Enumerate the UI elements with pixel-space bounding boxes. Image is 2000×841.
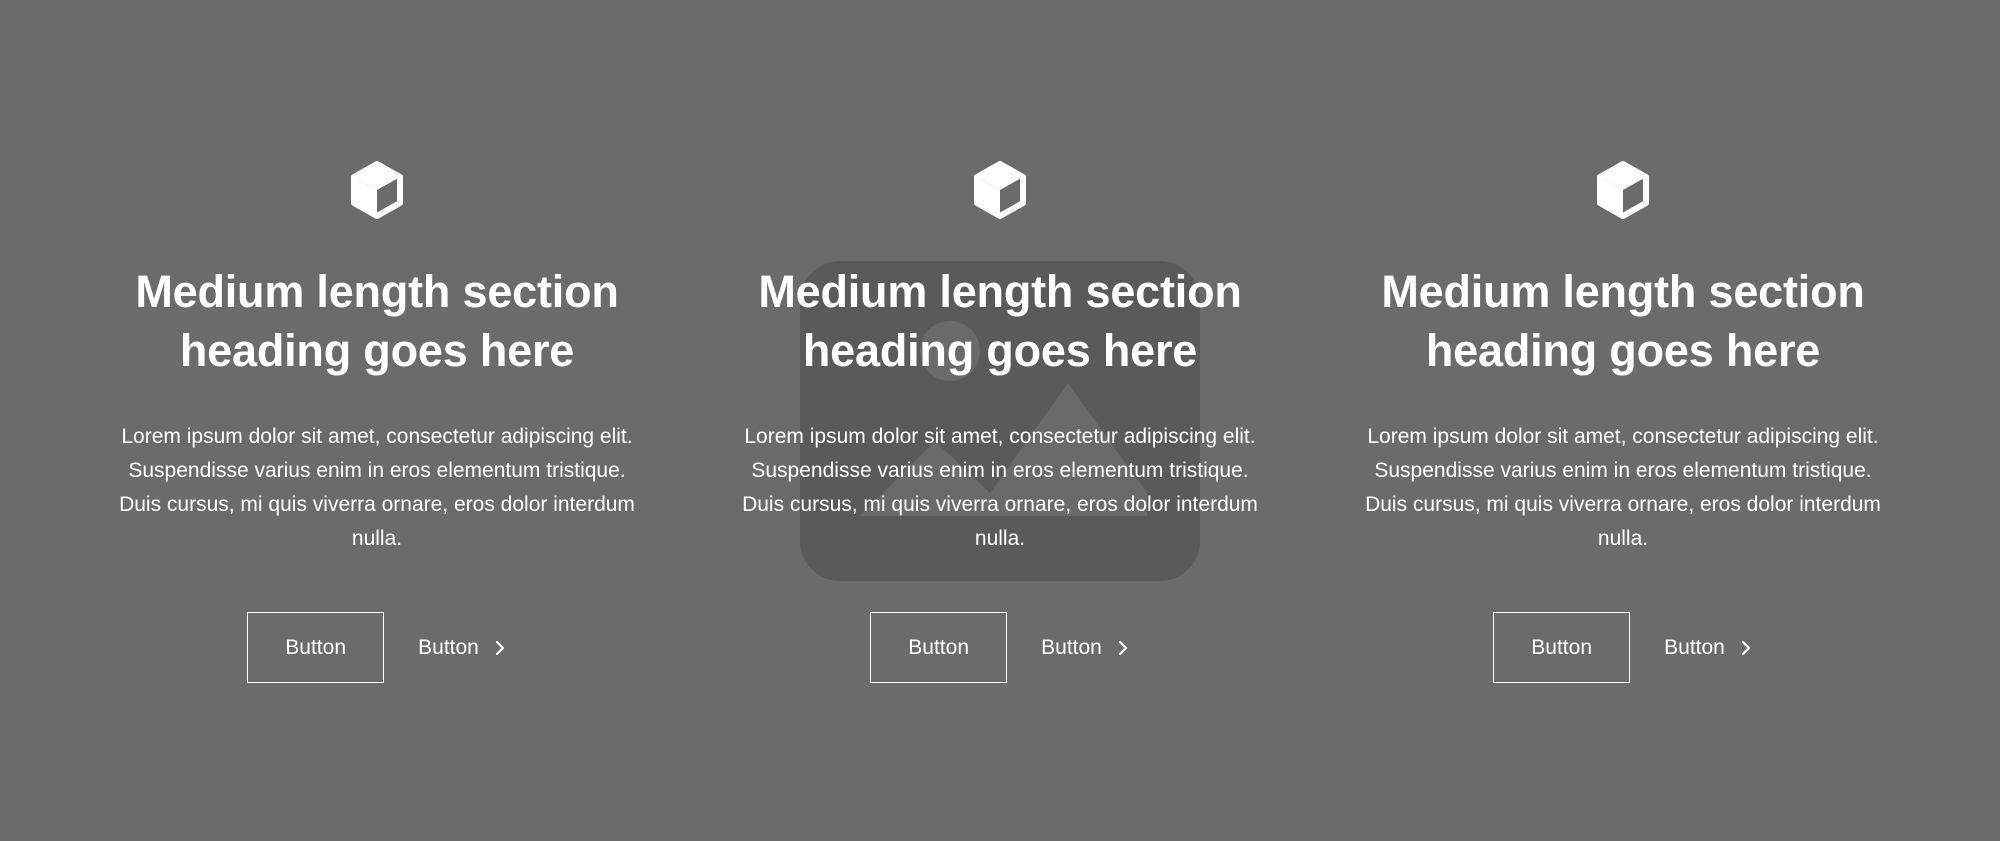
feature-description-line: Duis cursus, mi quis viverra ornare, ero…: [1365, 493, 1881, 516]
chevron-right-icon: [495, 640, 504, 655]
feature-card: Medium length section heading goes here …: [720, 160, 1280, 683]
primary-button[interactable]: Button: [870, 612, 1008, 683]
feature-heading: Medium length section heading goes here: [1363, 262, 1883, 380]
primary-button[interactable]: Button: [247, 612, 385, 683]
primary-button[interactable]: Button: [1493, 612, 1631, 683]
feature-description-line: Lorem ipsum dolor sit amet, consectetur …: [1367, 425, 1879, 448]
link-button[interactable]: Button: [1664, 636, 1753, 660]
cube-icon: [974, 161, 1026, 219]
cube-icon: [1597, 161, 1649, 219]
feature-description-line: nulla.: [974, 527, 1026, 550]
feature-description-line: Duis cursus, mi quis viverra ornare, ero…: [119, 493, 635, 516]
feature-description-line: Suspendisse varius enim in eros elementu…: [1374, 459, 1872, 482]
feature-description-line: Suspendisse varius enim in eros elementu…: [751, 459, 1249, 482]
feature-actions: Button Button: [1493, 612, 1753, 683]
feature-heading-line: heading goes here: [802, 325, 1198, 376]
feature-actions: Button Button: [247, 612, 507, 683]
feature-heading: Medium length section heading goes here: [117, 262, 637, 380]
link-button-label: Button: [418, 635, 479, 659]
feature-card: Medium length section heading goes here …: [97, 160, 657, 683]
feature-description-line: Lorem ipsum dolor sit amet, consectetur …: [744, 425, 1256, 448]
cube-icon: [351, 161, 403, 219]
feature-heading-line: heading goes here: [179, 325, 575, 376]
feature-heading-line: Medium length section: [758, 266, 1242, 317]
feature-heading-line: heading goes here: [1425, 325, 1821, 376]
link-button[interactable]: Button: [418, 636, 507, 660]
feature-description: Lorem ipsum dolor sit amet, consectetur …: [1343, 420, 1903, 556]
feature-heading-line: Medium length section: [135, 266, 619, 317]
feature-description: Lorem ipsum dolor sit amet, consectetur …: [720, 420, 1280, 556]
link-button-label: Button: [1664, 635, 1725, 659]
chevron-right-icon: [1741, 640, 1750, 655]
feature-description-line: Duis cursus, mi quis viverra ornare, ero…: [742, 493, 1258, 516]
link-button[interactable]: Button: [1041, 636, 1130, 660]
feature-heading-line: Medium length section: [1381, 266, 1865, 317]
feature-card: Medium length section heading goes here …: [1343, 160, 1903, 683]
link-button-label: Button: [1041, 635, 1102, 659]
feature-description: Lorem ipsum dolor sit amet, consectetur …: [97, 420, 657, 556]
feature-heading: Medium length section heading goes here: [740, 262, 1260, 380]
feature-description-line: Suspendisse varius enim in eros elementu…: [128, 459, 626, 482]
chevron-right-icon: [1118, 640, 1127, 655]
feature-description-line: nulla.: [1597, 527, 1649, 550]
feature-description-line: Lorem ipsum dolor sit amet, consectetur …: [121, 425, 633, 448]
feature-actions: Button Button: [870, 612, 1130, 683]
features-section: Medium length section heading goes here …: [0, 0, 2000, 841]
feature-description-line: nulla.: [351, 527, 403, 550]
